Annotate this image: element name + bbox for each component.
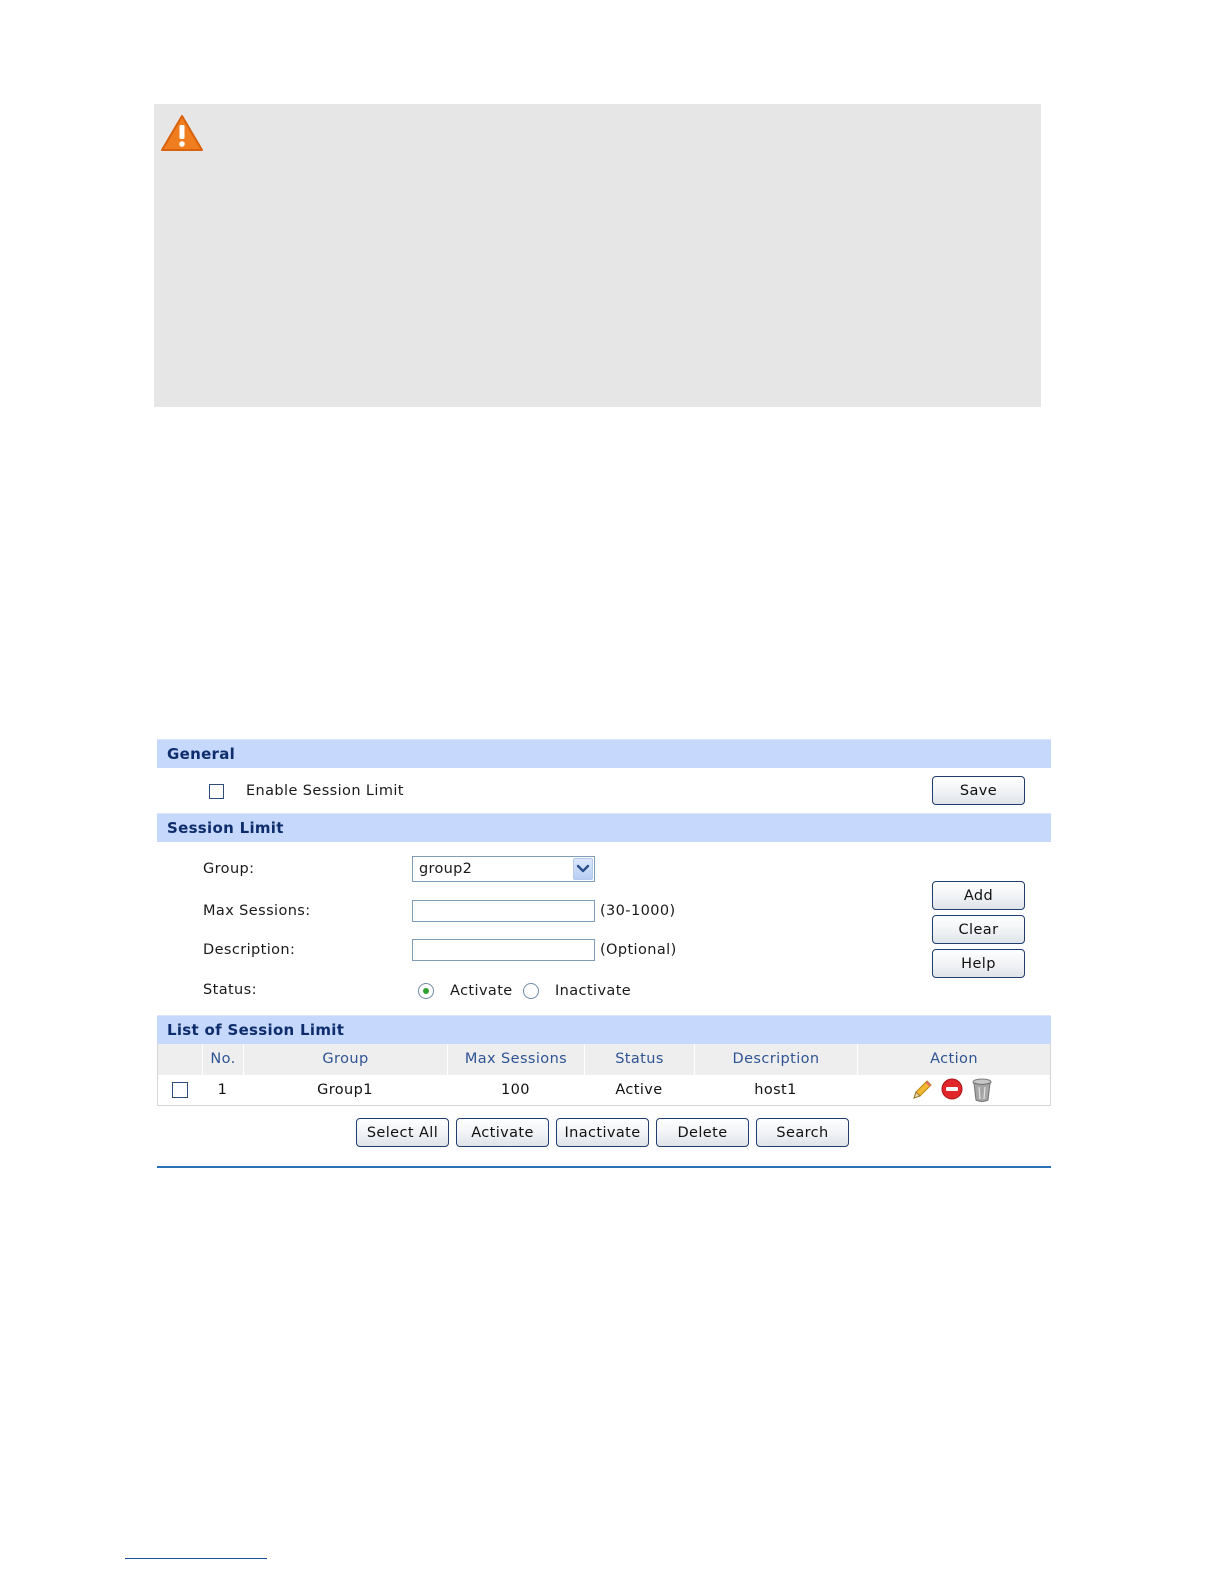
row-description: host1	[754, 1082, 797, 1098]
row-max-sessions: 100	[501, 1082, 530, 1098]
col-status: Status	[584, 1044, 694, 1075]
activate-button[interactable]: Activate	[456, 1118, 549, 1147]
inactivate-button[interactable]: Inactivate	[556, 1118, 649, 1147]
general-section-header: General	[157, 739, 1051, 768]
group-select[interactable]: group2	[412, 856, 595, 882]
col-no: No.	[202, 1044, 243, 1075]
max-sessions-label: Max Sessions:	[203, 903, 311, 919]
col-action: Action	[857, 1044, 1050, 1075]
status-activate-label: Activate	[450, 983, 513, 999]
search-button[interactable]: Search	[756, 1118, 849, 1147]
group-select-value: group2	[419, 861, 473, 877]
footnote-rule	[125, 1558, 267, 1559]
col-max-sessions: Max Sessions	[447, 1044, 584, 1075]
chevron-down-icon[interactable]	[573, 858, 593, 880]
status-inactivate-label: Inactivate	[555, 983, 632, 999]
row-checkbox[interactable]	[172, 1082, 188, 1098]
row-group: Group1	[317, 1082, 373, 1098]
session-limit-panel: General Enable Session Limit Save Sessio…	[157, 739, 1051, 1171]
enable-session-limit-label: Enable Session Limit	[246, 783, 404, 799]
col-select	[158, 1044, 202, 1075]
row-status: Active	[615, 1082, 663, 1098]
note-box	[154, 104, 1041, 407]
description-hint: (Optional)	[600, 942, 677, 958]
table-header: No. Group Max Sessions Status Descriptio…	[158, 1044, 1050, 1075]
list-section-header: List of Session Limit	[157, 1015, 1051, 1044]
status-activate-radio[interactable]	[418, 983, 434, 999]
pencil-icon[interactable]	[910, 1078, 934, 1102]
max-sessions-hint: (30-1000)	[600, 903, 676, 919]
description-input[interactable]	[412, 939, 595, 961]
session-limit-table: No. Group Max Sessions Status Descriptio…	[157, 1044, 1051, 1106]
enable-session-limit-checkbox[interactable]	[209, 784, 224, 799]
col-group: Group	[243, 1044, 447, 1075]
description-label: Description:	[203, 942, 296, 958]
status-label: Status:	[203, 982, 257, 998]
col-description: Description	[694, 1044, 857, 1075]
group-label: Group:	[203, 861, 255, 877]
trash-icon[interactable]	[971, 1077, 993, 1103]
session-limit-section-header: Session Limit	[157, 813, 1051, 842]
disable-icon[interactable]	[941, 1078, 963, 1100]
select-all-button[interactable]: Select All	[356, 1118, 449, 1147]
add-button[interactable]: Add	[932, 881, 1025, 910]
bottom-divider	[157, 1166, 1051, 1168]
status-inactivate-radio[interactable]	[523, 983, 539, 999]
row-no: 1	[217, 1082, 228, 1098]
max-sessions-input[interactable]	[412, 900, 595, 922]
delete-button[interactable]: Delete	[656, 1118, 749, 1147]
warning-icon	[161, 115, 203, 151]
help-button[interactable]: Help	[932, 949, 1025, 978]
save-button[interactable]: Save	[932, 776, 1025, 805]
clear-button[interactable]: Clear	[932, 915, 1025, 944]
